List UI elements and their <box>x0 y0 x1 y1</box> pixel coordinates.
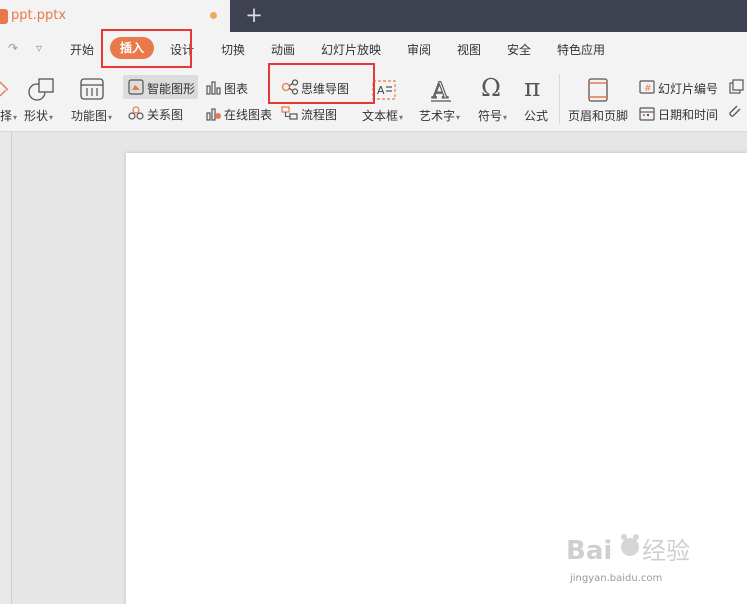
menu-slideshow[interactable]: 幻灯片放映 <box>321 41 381 58</box>
menu-animations[interactable]: 动画 <box>271 41 295 58</box>
formula-button[interactable]: 公式 <box>524 107 548 124</box>
online-chart-button[interactable]: 在线图表 <box>224 106 272 123</box>
menu-review[interactable]: 审阅 <box>407 41 431 58</box>
slide-number-button[interactable]: 幻灯片编号 <box>658 80 718 97</box>
menu-special-features[interactable]: 特色应用 <box>557 41 605 58</box>
smart-graphic-icon <box>128 79 144 95</box>
customize-toolbar-icon[interactable]: ▿ <box>36 41 42 55</box>
highlight-insert-tab <box>101 29 192 68</box>
menu-home[interactable]: 开始 <box>70 41 94 58</box>
document-tab-title: ppt.pptx <box>11 8 67 23</box>
svg-text:A: A <box>431 79 449 103</box>
feature-chart-icon <box>80 78 104 100</box>
feature-chart-button[interactable]: 功能图▾ <box>71 107 112 124</box>
svg-text:A: A <box>377 84 385 97</box>
picture-select-icon <box>0 81 9 97</box>
shape-icon <box>28 78 54 101</box>
smart-graphic-label: 智能图形 <box>147 82 196 96</box>
flowchart-button[interactable]: 流程图 <box>301 106 337 123</box>
header-footer-icon <box>588 78 608 102</box>
object-icon[interactable] <box>728 79 744 95</box>
title-bar: ppt.pptx + <box>0 0 747 32</box>
online-chart-icon <box>206 108 221 121</box>
highlight-mind-map <box>268 63 375 104</box>
ribbon-partial-select[interactable]: 择▾ <box>0 107 17 124</box>
formula-icon: π <box>524 73 541 102</box>
shape-button[interactable]: 形状▾ <box>24 107 53 124</box>
menu-transitions[interactable]: 切换 <box>221 41 245 58</box>
svg-text:Bai: Bai <box>566 536 612 566</box>
svg-text:#: # <box>644 84 652 94</box>
chart-button[interactable]: 图表 <box>224 80 248 97</box>
symbol-button[interactable]: 符号▾ <box>478 107 507 124</box>
menu-view[interactable]: 视图 <box>457 41 481 58</box>
textbox-button[interactable]: 文本框▾ <box>362 107 403 124</box>
slide-thumbnail-pane[interactable] <box>0 132 12 604</box>
ribbon-separator <box>559 74 560 124</box>
header-footer-button[interactable]: 页眉和页脚 <box>568 107 628 124</box>
symbol-icon: Ω <box>481 74 501 102</box>
new-tab-button[interactable]: + <box>244 3 264 27</box>
menu-security[interactable]: 安全 <box>507 41 531 58</box>
presentation-file-icon <box>0 9 8 24</box>
watermark-url: jingyan.baidu.com <box>570 573 663 584</box>
chart-icon <box>206 81 221 95</box>
redo-icon[interactable]: ↷ <box>8 41 18 55</box>
calendar-icon <box>639 107 655 121</box>
wordart-icon: A <box>430 78 451 103</box>
document-tab[interactable]: ppt.pptx <box>0 0 230 32</box>
slide-number-icon: # <box>639 80 655 94</box>
attachment-icon[interactable] <box>728 105 744 121</box>
svg-text:经验: 经验 <box>642 537 690 565</box>
date-time-button[interactable]: 日期和时间 <box>658 106 718 123</box>
relationship-button[interactable]: 关系图 <box>147 106 183 123</box>
relationship-icon <box>128 106 144 120</box>
flowchart-icon <box>281 106 298 120</box>
unsaved-indicator-icon <box>210 12 217 19</box>
wordart-button[interactable]: 艺术字▾ <box>419 107 460 124</box>
